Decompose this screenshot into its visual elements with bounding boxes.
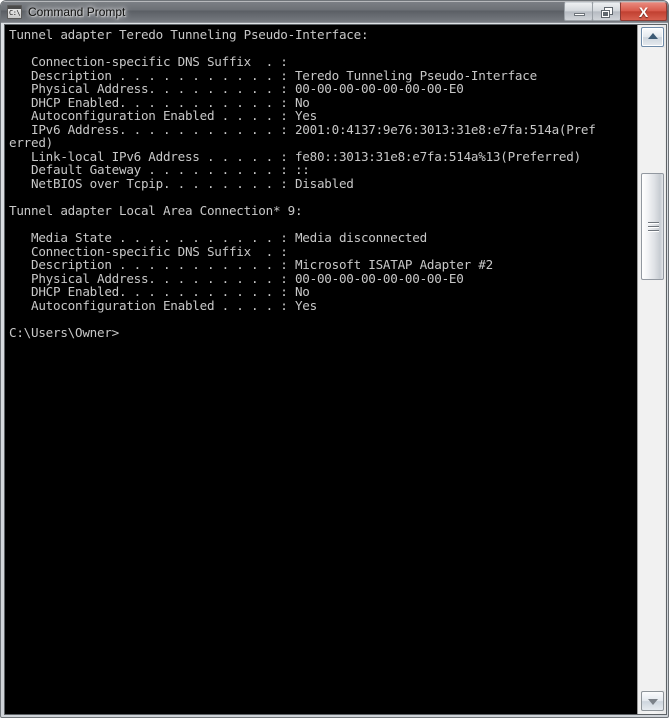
close-icon: X [638,4,649,20]
scrollbar-grip-icon [647,221,659,232]
title-bar[interactable]: C:\ Command Prompt X [1,1,668,23]
window-title: Command Prompt [28,5,126,19]
minimize-button[interactable] [564,2,593,21]
chevron-down-icon [647,699,658,705]
scrollbar-up-button[interactable] [641,27,664,47]
cmd-icon-prompt-glyph: C:\ [9,9,21,17]
command-prompt-window: C:\ Command Prompt X Tunnel adapter Tere… [0,0,669,718]
scrollbar-track[interactable] [640,48,665,690]
restore-icon-front [601,10,610,18]
scrollbar-down-button[interactable] [641,691,664,711]
scrollbar-thumb[interactable] [641,173,664,280]
chevron-up-icon [647,33,658,39]
console-text: Tunnel adapter Teredo Tunneling Pseudo-I… [9,27,596,341]
window-controls: X [564,2,667,22]
minimize-icon [574,13,585,16]
console-client-area: Tunnel adapter Teredo Tunneling Pseudo-I… [4,24,667,715]
restore-button[interactable] [592,2,621,21]
console-scrollbar[interactable] [637,25,666,714]
close-button[interactable]: X [620,2,667,21]
cmd-console-icon: C:\ [7,5,22,19]
console-output-area[interactable]: Tunnel adapter Teredo Tunneling Pseudo-I… [5,25,638,714]
